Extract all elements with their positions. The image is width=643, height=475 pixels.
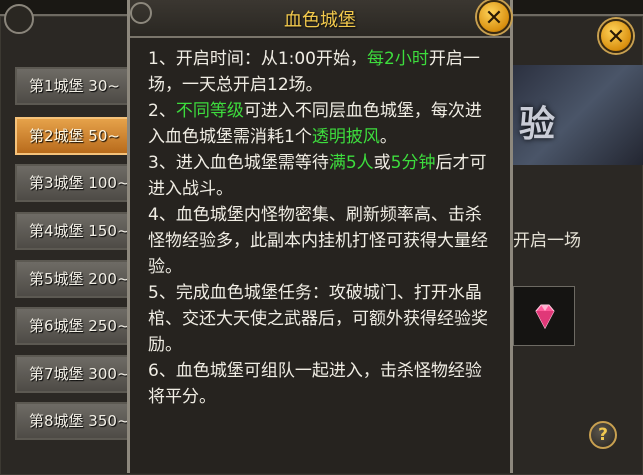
rule-item: 3、进入血色城堡需等待满5人或5分钟后才可进入战斗。 [148, 150, 496, 202]
rule-highlight: 每2小时 [367, 49, 429, 69]
corner-ornament [4, 4, 34, 34]
rule-text: 1、开启时间：从1:00开始， [148, 49, 367, 69]
rules-dialog: 血色城堡 1、开启时间：从1:00开始，每2小时开启一场，一天总开启12场。 2、… [127, 0, 513, 473]
rule-item: 4、血色城堡内怪物密集、刷新频率高、击杀怪物经验多，此副本内挂机打怪可获得大量经… [148, 202, 496, 280]
back-window-close-button[interactable]: ✕ [599, 19, 633, 53]
castle-list-item[interactable]: 第7城堡 300~ [15, 355, 133, 393]
rules-list: 1、开启时间：从1:00开始，每2小时开启一场，一天总开启12场。 2、不同等级可… [148, 46, 496, 410]
rule-item: 5、完成血色城堡任务：攻破城门、打开水晶棺、交还大天使之武器后，可额外获得经验奖… [148, 280, 496, 358]
rule-item: 2、不同等级可进入不同层血色城堡，每次进入血色城堡需消耗1个透明披风。 [148, 98, 496, 150]
rule-text: 3、进入血色城堡需等待 [148, 153, 329, 173]
castle-list-item[interactable]: 第8城堡 350~ [15, 402, 133, 440]
help-button[interactable]: ? [589, 421, 617, 449]
castle-list-item[interactable]: 第4城堡 150~ [15, 212, 133, 250]
info-text: 开启一场 [513, 231, 581, 251]
dialog-title: 血色城堡 [284, 10, 356, 31]
rule-text: 或 [373, 153, 391, 173]
dialog-header: 血色城堡 [130, 0, 510, 38]
rule-text: 2、 [148, 101, 176, 121]
castle-list-item[interactable]: 第1城堡 30~ [15, 67, 133, 105]
rule-text: 5、完成血色城堡任务：攻破城门、打开水晶棺、交还大天使之武器后，可额外获得经验奖… [148, 283, 488, 355]
rule-item: 1、开启时间：从1:00开始，每2小时开启一场，一天总开启12场。 [148, 46, 496, 98]
rule-highlight: 透明披风 [311, 127, 380, 147]
castle-list-item[interactable]: 第5城堡 200~ [15, 260, 133, 298]
castle-preview-image: 验 [513, 65, 643, 165]
rule-highlight: 不同等级 [175, 101, 244, 121]
pink-gem-icon [535, 304, 555, 330]
rule-highlight: 5分钟 [390, 153, 436, 173]
rule-text: 4、血色城堡内怪物密集、刷新频率高、击杀怪物经验多，此副本内挂机打怪可获得大量经… [148, 205, 488, 277]
rule-highlight: 满5人 [328, 153, 374, 173]
rule-item: 6、血色城堡可组队一起进入，击杀怪物经验将平分。 [148, 358, 496, 410]
castle-list-item[interactable]: 第3城堡 100~ [15, 164, 133, 202]
dialog-close-button[interactable]: ✕ [477, 0, 511, 34]
rule-text: 6、血色城堡可组队一起进入，击杀怪物经验将平分。 [148, 361, 482, 407]
preview-text: 验 [519, 104, 556, 145]
castle-list-item[interactable]: 第6城堡 250~ [15, 307, 133, 345]
rule-text: 。 [379, 127, 397, 147]
reward-slot[interactable] [513, 286, 575, 346]
castle-list-item[interactable]: 第2城堡 50~ [15, 117, 133, 155]
